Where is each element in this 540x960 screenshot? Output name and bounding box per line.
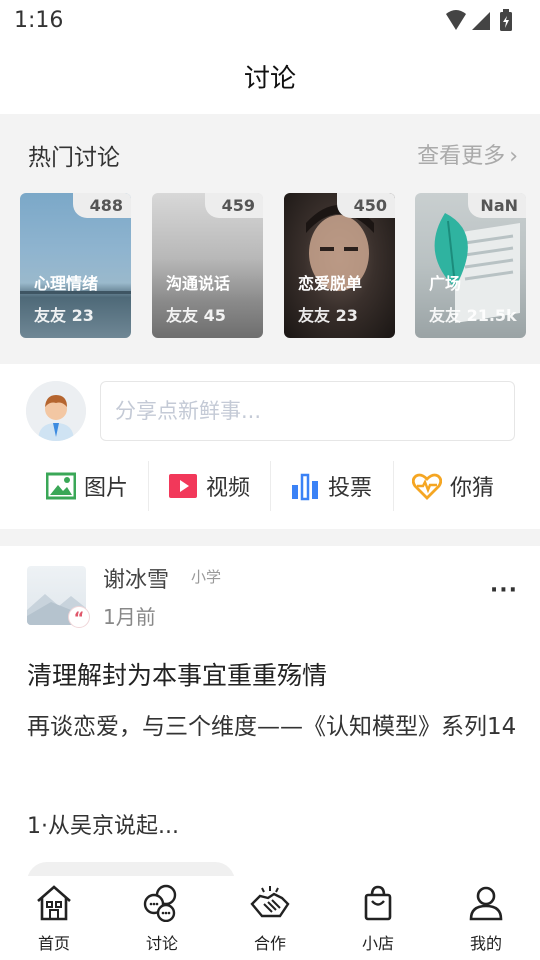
wifi-icon xyxy=(446,10,466,30)
post-excerpt: 1·从吴京说起... xyxy=(27,814,179,839)
post-time: 1月前 xyxy=(103,605,156,629)
topic-name: 广场 xyxy=(429,274,462,293)
guess-button-label: 你猜 xyxy=(450,476,495,501)
topic-members: 友友 23 xyxy=(34,306,94,325)
post-card[interactable]: “ 谢冰雪 小学 1月前 ··· 清理解封为本事宜重重殇情 再谈恋爱，与三个维度… xyxy=(0,546,540,876)
tab-discussion[interactable]: 讨论 xyxy=(108,884,216,954)
vote-button[interactable]: 投票 xyxy=(290,461,372,511)
topic-card-communication[interactable]: 459 沟通说话 友友 45 xyxy=(152,193,263,338)
topic-name: 恋爱脱单 xyxy=(298,274,363,293)
image-icon xyxy=(46,472,76,500)
tab-label: 讨论 xyxy=(145,934,178,953)
heartbeat-icon xyxy=(412,473,442,500)
tab-cooperation[interactable]: 合作 xyxy=(216,884,324,954)
divider xyxy=(148,461,149,511)
share-input[interactable]: 分享点新鲜事... xyxy=(100,381,515,441)
post-composer: 分享点新鲜事... 图片 视频 投票 你猜 xyxy=(0,364,540,529)
status-icons xyxy=(446,9,512,31)
shopping-bag-icon xyxy=(364,885,392,921)
hot-discussions-title: 热门讨论 xyxy=(28,145,120,171)
user-avatar-icon xyxy=(26,381,86,441)
video-icon xyxy=(169,474,197,498)
topic-name: 沟通说话 xyxy=(166,274,231,293)
tab-label: 合作 xyxy=(253,934,286,953)
tab-label: 小店 xyxy=(361,934,394,953)
topic-card-psychology[interactable]: 488 心理情绪 友友 23 xyxy=(20,193,131,338)
divider xyxy=(393,461,394,511)
image-button[interactable]: 图片 xyxy=(46,461,128,511)
view-more-link[interactable]: 查看更多 › xyxy=(417,138,518,170)
more-options-icon[interactable]: ··· xyxy=(490,578,518,603)
view-more-label: 查看更多 xyxy=(417,144,506,169)
topic-count-badge: 459 xyxy=(205,193,263,218)
battery-icon xyxy=(500,9,512,31)
handshake-icon xyxy=(250,886,290,918)
discussion-icon xyxy=(143,884,177,922)
home-icon xyxy=(37,885,71,921)
vote-button-label: 投票 xyxy=(328,476,373,501)
tab-home[interactable]: 首页 xyxy=(0,884,108,954)
vote-chart-icon xyxy=(292,473,318,501)
topic-count-badge: 450 xyxy=(337,193,395,218)
tab-profile[interactable]: 我的 xyxy=(432,884,540,954)
profile-icon xyxy=(469,886,503,921)
topic-count-badge: 488 xyxy=(73,193,131,218)
video-button-label: 视频 xyxy=(206,476,251,501)
signal-icon xyxy=(472,12,490,30)
image-button-label: 图片 xyxy=(84,476,129,501)
chevron-right-icon: › xyxy=(509,144,518,169)
topic-count-badge: NaN xyxy=(468,193,526,218)
composer-actions: 图片 视频 投票 你猜 xyxy=(0,461,540,511)
divider xyxy=(270,461,271,511)
author-tag: 小学 xyxy=(191,568,222,586)
topic-members: 友友 21.5k xyxy=(429,306,517,325)
tab-label: 首页 xyxy=(37,934,70,953)
hot-discussions-section: 热门讨论 查看更多 › 488 心理情绪 友友 23 459 沟通说话 友友 45… xyxy=(0,114,540,364)
author-name[interactable]: 谢冰雪 xyxy=(103,562,169,594)
status-bar: 1:16 xyxy=(0,0,540,44)
quote-icon: “ xyxy=(68,606,90,628)
post-title[interactable]: 清理解封为本事宜重重殇情 xyxy=(27,656,327,692)
guess-button[interactable]: 你猜 xyxy=(412,461,494,511)
video-button[interactable]: 视频 xyxy=(168,461,250,511)
title-bar: 讨论 xyxy=(0,44,540,114)
avatar[interactable] xyxy=(26,381,86,441)
tab-label: 我的 xyxy=(469,934,502,953)
page-title: 讨论 xyxy=(243,64,296,94)
topic-name: 心理情绪 xyxy=(34,274,99,293)
section-divider xyxy=(0,529,540,546)
tab-shop[interactable]: 小店 xyxy=(324,884,432,954)
topic-card-romance[interactable]: 450 恋爱脱单 友友 23 xyxy=(284,193,395,338)
topic-members: 友友 23 xyxy=(298,306,358,325)
topic-card-plaza[interactable]: NaN 广场 友友 21.5k xyxy=(415,193,526,338)
post-body: 再谈恋爱，与三个维度——《认知模型》系列14 xyxy=(27,714,517,740)
topic-members: 友友 45 xyxy=(166,306,226,325)
status-time: 1:16 xyxy=(14,8,64,33)
bottom-tab-bar: 首页 讨论 合作 小店 我的 xyxy=(0,876,540,960)
post-attachment[interactable] xyxy=(27,862,235,876)
